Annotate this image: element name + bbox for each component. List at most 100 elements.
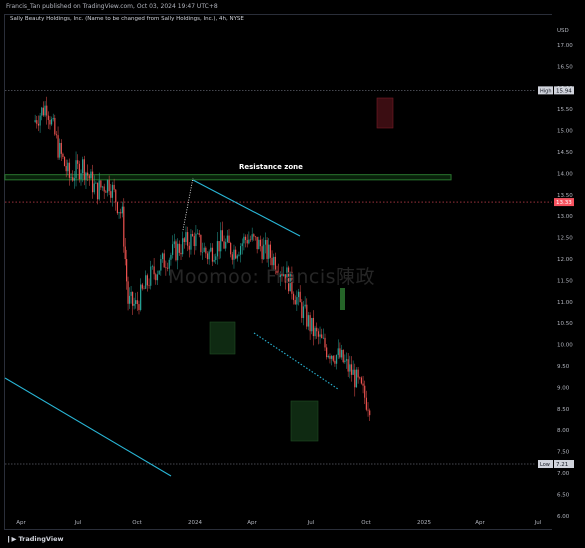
candle-body — [302, 306, 305, 318]
candle-body — [324, 337, 326, 348]
candle-body — [225, 242, 227, 249]
candle-body — [249, 239, 252, 241]
candle-body — [354, 369, 356, 388]
candle-body — [329, 356, 331, 359]
candle-body — [180, 252, 182, 255]
candle-body — [41, 107, 43, 116]
candle-body — [311, 317, 313, 332]
candle-body — [175, 241, 177, 261]
y-tick-label: 15.50 — [557, 107, 573, 113]
candle-body — [182, 238, 184, 255]
candle-body — [52, 117, 54, 120]
y-tick-label: 14.50 — [557, 150, 573, 156]
candle-body — [332, 355, 334, 361]
candle-body — [36, 120, 38, 124]
watermark-text: Moomoo: Francis陳政 — [168, 266, 376, 288]
candle-body — [319, 334, 321, 337]
candle-body — [143, 288, 145, 290]
candle-body — [163, 253, 165, 268]
candle-body — [244, 236, 247, 241]
candle-body — [106, 180, 109, 193]
x-tick-label: Jul — [74, 520, 82, 526]
x-tick-label: Apr — [475, 520, 485, 526]
candle-body — [359, 377, 361, 379]
candle-body — [235, 249, 237, 259]
supply-box — [376, 97, 394, 129]
candle-body — [145, 275, 147, 289]
candle-body — [297, 291, 300, 298]
candle-body — [228, 235, 230, 243]
candle-body — [136, 300, 138, 305]
candle-body — [296, 297, 298, 305]
candle-body — [91, 171, 94, 193]
candle-body — [127, 281, 129, 304]
candle-body — [188, 245, 190, 250]
candle-body — [55, 134, 58, 136]
candle-body — [187, 232, 189, 246]
candle-body — [251, 234, 253, 240]
candle-body — [364, 385, 366, 398]
candle-body — [340, 349, 343, 358]
candle-body — [322, 337, 324, 339]
candle-body — [80, 173, 82, 180]
candle-body — [233, 249, 235, 260]
y-tick-label: 17.00 — [557, 43, 573, 49]
candle-body — [337, 348, 339, 356]
candle-body — [211, 247, 214, 262]
trendline — [4, 377, 172, 477]
candle-body — [195, 233, 197, 247]
candle-body — [70, 177, 72, 178]
candle-body — [230, 242, 232, 255]
candle-body — [335, 355, 338, 364]
resistance-zone-label: Resistance zone — [239, 163, 303, 171]
resistance-zone-fill — [5, 174, 451, 180]
candle-body — [60, 142, 62, 154]
candle-body — [148, 285, 150, 286]
y-tick-label: 13.50 — [557, 193, 573, 199]
candles-group — [34, 96, 371, 421]
candle-body — [115, 189, 117, 203]
candle-body — [349, 364, 351, 372]
x-tick-label: Oct — [132, 520, 142, 526]
candle-body — [177, 243, 179, 261]
candle-body — [316, 327, 318, 332]
candle-body — [155, 274, 157, 281]
candle-body — [301, 302, 303, 318]
candle-body — [42, 107, 45, 116]
candle-body — [347, 359, 349, 372]
candle-body — [193, 236, 195, 247]
candle-body — [241, 243, 243, 247]
candle-body — [150, 266, 152, 286]
candle-body — [131, 291, 134, 306]
candle-body — [98, 180, 100, 200]
y-tick-label: 9.00 — [557, 385, 570, 391]
y-tick-label: 9.50 — [557, 364, 570, 370]
candle-body — [261, 246, 263, 260]
candle-body — [165, 267, 167, 269]
candle-body — [111, 184, 114, 198]
candle-body — [156, 274, 159, 281]
candle-body — [73, 178, 75, 181]
candle-body — [327, 356, 329, 358]
demand-box — [340, 288, 345, 310]
candle-body — [88, 175, 90, 179]
candle-body — [141, 284, 143, 289]
candle-body — [160, 259, 162, 271]
footer-bar: ❙▶ TradingView — [0, 532, 585, 548]
candle-body — [190, 234, 192, 250]
candle-body — [258, 239, 260, 250]
candle-body — [96, 182, 99, 200]
candle-body — [200, 234, 202, 253]
tradingview-logo[interactable]: ❙▶ TradingView — [6, 535, 63, 543]
candle-body — [77, 160, 79, 164]
candle-body — [215, 256, 217, 260]
candle-body — [266, 240, 268, 259]
candle-body — [130, 291, 132, 296]
tradingview-logo-text: TradingView — [18, 535, 64, 543]
x-tick-label: Oct — [361, 520, 371, 526]
candle-body — [121, 206, 123, 214]
high-marker-label: High — [540, 88, 552, 94]
candle-body — [95, 182, 97, 184]
candle-body — [218, 241, 220, 252]
candle-body — [85, 172, 87, 180]
